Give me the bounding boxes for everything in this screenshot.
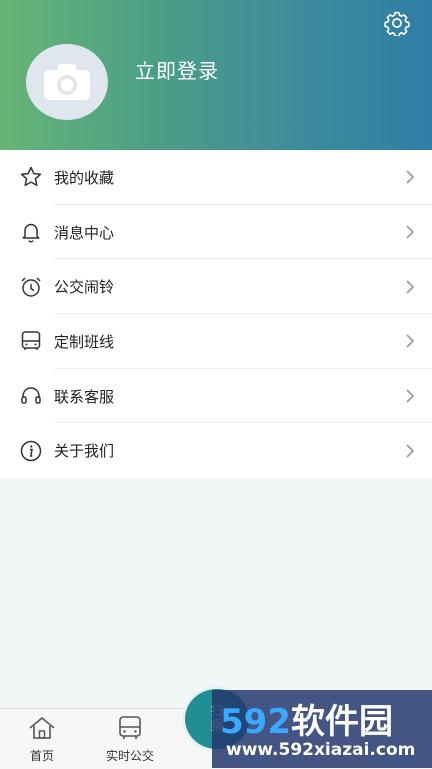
watermark-text: 软件园 <box>290 702 393 742</box>
menu-item-favorites[interactable]: 我的收藏 <box>0 150 432 205</box>
watermark-digits: 592 <box>220 702 291 742</box>
bell-icon <box>22 223 40 243</box>
tab-home-label: 首页 <box>29 749 54 763</box>
avatar[interactable] <box>26 44 108 120</box>
menu-list: 我的收藏 消息中心 公交闹铃 定制班线 联系客服 关于我们 <box>0 150 432 479</box>
chevron-right-icon <box>406 225 415 239</box>
menu-item-label: 消息中心 <box>54 223 115 242</box>
chevron-right-icon <box>406 389 415 403</box>
bus-icon <box>21 331 41 351</box>
menu-item-messages[interactable]: 消息中心 <box>0 205 432 260</box>
info-icon <box>20 440 42 462</box>
bus-icon <box>119 716 141 739</box>
camera-icon <box>44 64 90 100</box>
chevron-right-icon <box>406 280 415 294</box>
tab-home[interactable]: 首页 <box>7 715 77 764</box>
menu-item-label: 公交闹铃 <box>54 278 115 297</box>
profile-header: 立即登录 <box>0 0 432 150</box>
star-icon <box>20 167 42 187</box>
alarm-clock-icon <box>21 277 41 297</box>
menu-item-label: 联系客服 <box>54 387 115 406</box>
menu-item-custom-route[interactable]: 定制班线 <box>0 314 432 369</box>
menu-item-bus-alarm[interactable]: 公交闹铃 <box>0 259 432 315</box>
tab-realtime-bus-label: 实时公交 <box>105 749 154 763</box>
watermark-logo: 592软件园 <box>220 694 393 743</box>
chevron-right-icon <box>406 170 415 184</box>
home-icon <box>29 717 55 739</box>
chevron-right-icon <box>406 444 415 458</box>
menu-item-label: 我的收藏 <box>54 168 115 187</box>
chevron-right-icon <box>406 334 415 348</box>
menu-item-customer-service[interactable]: 联系客服 <box>0 369 432 424</box>
settings-gear-icon[interactable] <box>384 10 410 36</box>
watermark-url: www.592xiazai.com <box>226 740 416 760</box>
menu-item-about-us[interactable]: 关于我们 <box>0 423 432 478</box>
headset-icon <box>21 387 41 404</box>
menu-item-label: 关于我们 <box>54 442 115 461</box>
menu-item-label: 定制班线 <box>54 332 115 351</box>
tab-realtime-bus[interactable]: 实时公交 <box>95 715 165 764</box>
login-link[interactable]: 立即登录 <box>135 55 219 84</box>
